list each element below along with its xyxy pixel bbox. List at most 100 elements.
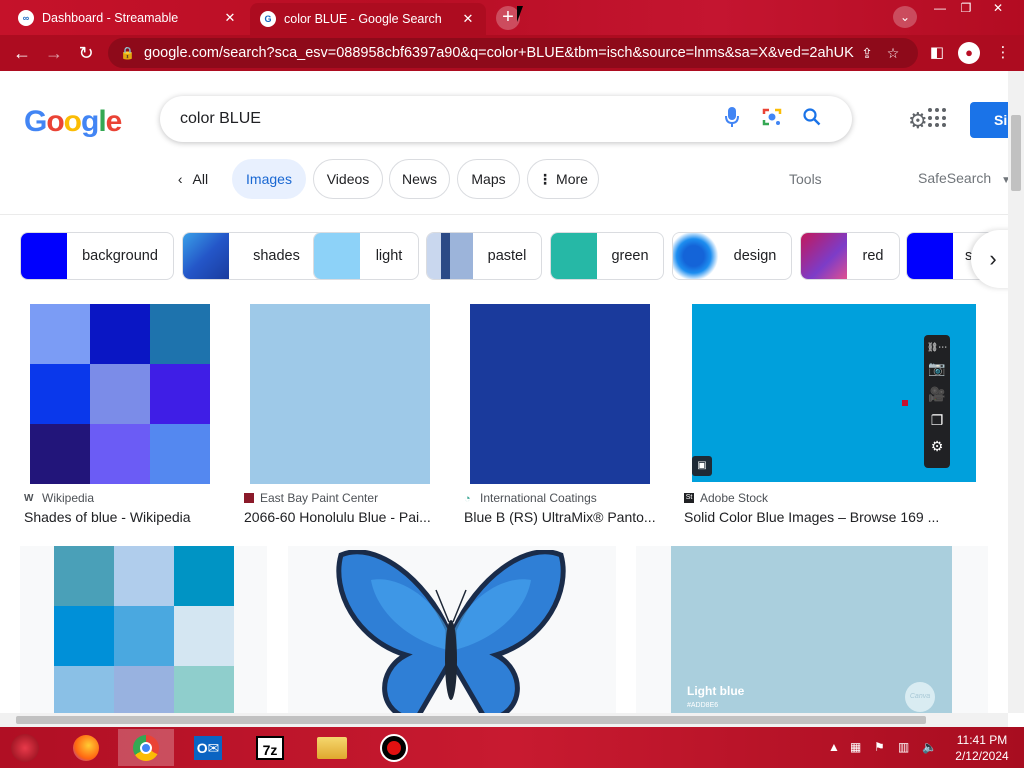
google-logo[interactable]: Google [24,105,122,139]
result-wikipedia[interactable]: W Wikipedia Shades of blue - Wikipedia [20,296,220,536]
profile-avatar-icon[interactable]: ● [958,42,980,64]
chip-background[interactable]: background [20,232,174,280]
taskbar-7zip[interactable]: 7z [242,729,298,766]
close-icon[interactable]: ✕ [460,11,476,27]
side-panel-icon[interactable]: ◧ [926,42,948,64]
result-international-coatings[interactable]: ◔ International Coatings Blue B (RS) Ult… [460,296,660,536]
search-icon[interactable] [792,107,832,131]
window-stack-icon[interactable]: ❐ [931,407,944,433]
vertical-scroll-thumb[interactable] [1011,115,1021,191]
result-image-light-blue[interactable]: Light blue #ADD8E6 Canva [671,546,952,713]
microphone-icon[interactable] [712,106,752,132]
address-bar[interactable]: 🔒 google.com/search?sca_esv=088958cbf639… [108,38,918,68]
chip-green[interactable]: green [550,232,664,280]
result-image-honolulu-blue[interactable] [250,304,430,484]
menu-dots-icon[interactable]: ⋮ [992,42,1014,64]
vertical-scrollbar[interactable] [1008,71,1024,713]
chrome-icon [133,734,159,761]
start-button[interactable] [0,729,50,766]
result-caption[interactable]: 2066-60 Honolulu Blue - Pai... [244,509,434,525]
international-coatings-icon: ◔ [464,493,471,505]
chip-design[interactable]: design [672,232,792,280]
chevron-left-icon: ‹ [177,171,183,187]
taskbar-firefox[interactable] [58,729,114,766]
video-camera-icon[interactable]: 🎥 [928,381,945,407]
screen-recorder-toolbar[interactable]: ⛓⋯ 📷 🎥 ❐ ⚙ [924,335,950,468]
tray-network-icon[interactable]: ▥ [898,740,909,754]
result-source: St Adobe Stock [684,491,769,505]
tab-videos[interactable]: Videos [313,159,383,199]
horizontal-scroll-thumb[interactable] [16,716,926,724]
search-box[interactable]: color BLUE [160,96,852,142]
restore-icon[interactable]: ❐ [952,0,980,18]
bookmark-star-icon[interactable]: ☆ [880,45,906,62]
tray-expand-icon[interactable]: ▲ [828,740,840,754]
result-caption[interactable]: Solid Color Blue Images – Browse 169 ... [684,509,954,525]
taskbar-chrome[interactable] [118,729,174,766]
streamable-icon: ∞ [18,9,34,26]
taskbar-recorder[interactable] [366,729,422,766]
sign-in-button[interactable]: Si [970,102,1008,138]
result-caption[interactable]: Shades of blue - Wikipedia [24,509,214,525]
tools-button[interactable]: Tools [789,171,822,187]
search-input[interactable]: color BLUE [180,110,712,128]
close-icon[interactable]: ✕ [222,10,238,26]
red-dot-marker [902,400,908,406]
url-text: google.com/search?sca_esv=088958cbf6397a… [144,45,854,61]
more-vert-icon: ⋮ [538,170,553,187]
result-image-blue-butterfly[interactable] [336,549,566,713]
result-source: East Bay Paint Center [244,491,378,505]
tab-news[interactable]: News [389,159,450,199]
outlook-icon: O✉ [194,735,222,760]
google-images-page: Google color BLUE ⚙ Si ‹ All Images Vide… [0,71,1008,713]
tab-more[interactable]: ⋮ More [527,159,599,199]
reload-icon[interactable]: ↻ [72,39,100,67]
chip-red[interactable]: red [800,232,900,280]
clock-date: 2/12/2024 [955,749,1009,763]
chip-shades[interactable]: shades [182,232,325,280]
chip-pastel[interactable]: pastel [426,232,542,280]
7zip-icon: 7z [256,735,284,760]
forward-arrow-icon[interactable]: → [40,39,68,67]
result-caption[interactable]: Blue B (RS) UltraMix® Panto... [464,509,660,525]
back-arrow-icon[interactable]: ← [8,39,36,67]
system-clock[interactable]: 11:41 PM 2/12/2024 [952,732,1012,764]
tab-images[interactable]: Images [232,159,306,199]
tray-volume-icon[interactable]: 🔈 [922,740,937,754]
start-orb-icon [11,733,39,762]
tab-streamable[interactable]: ∞ Dashboard - Streamable ✕ [8,4,248,31]
tray-action-center-icon[interactable]: ▦ [850,740,861,754]
record-icon [380,733,408,762]
gear-icon[interactable]: ⚙ [931,433,944,459]
tab-search-chevron-icon[interactable]: ⌄ [893,6,917,28]
result-source: W Wikipedia [24,491,95,505]
result-image-blue-shades-grid[interactable] [54,546,234,713]
window-close-icon[interactable]: ✕ [984,0,1012,18]
link-more-icon[interactable]: ⛓⋯ [927,339,947,355]
camera-icon[interactable]: 📷 [928,355,945,381]
horizontal-scrollbar[interactable] [0,713,1008,727]
result-light-blue-canva[interactable]: Light blue #ADD8E6 Canva [636,546,988,713]
share-icon[interactable]: ⇪ [854,45,880,62]
lens-camera-icon[interactable] [752,107,792,132]
tab-google-search[interactable]: G color BLUE - Google Search ✕ [250,3,486,35]
result-east-bay-paint[interactable]: East Bay Paint Center 2066-60 Honolulu B… [240,296,440,536]
tab-maps[interactable]: Maps [457,159,520,199]
tab-all[interactable]: ‹ All [168,159,218,199]
minimize-icon[interactable]: — [926,0,954,18]
result-butterfly[interactable] [288,546,616,713]
taskbar-outlook[interactable]: O✉ [180,729,236,766]
chip-thumbnail [801,233,847,279]
gear-icon[interactable]: ⚙ [908,108,928,134]
browser-toolbar: ← → ↻ 🔒 google.com/search?sca_esv=088958… [0,35,1024,71]
result-image-ultramix-blue[interactable] [470,304,650,484]
safesearch-button[interactable]: SafeSearch ▼ [918,170,1008,186]
apps-grid-icon[interactable] [928,108,948,128]
result-image-shades-grid[interactable] [30,304,210,484]
tray-flag-icon[interactable]: ⚑ [874,740,885,754]
mouse-cursor-icon [517,6,523,22]
chip-light[interactable]: light [313,232,419,280]
canva-badge: Canva [905,682,935,712]
result-pastel-grid[interactable] [20,546,267,713]
taskbar-file-explorer[interactable] [304,729,360,766]
